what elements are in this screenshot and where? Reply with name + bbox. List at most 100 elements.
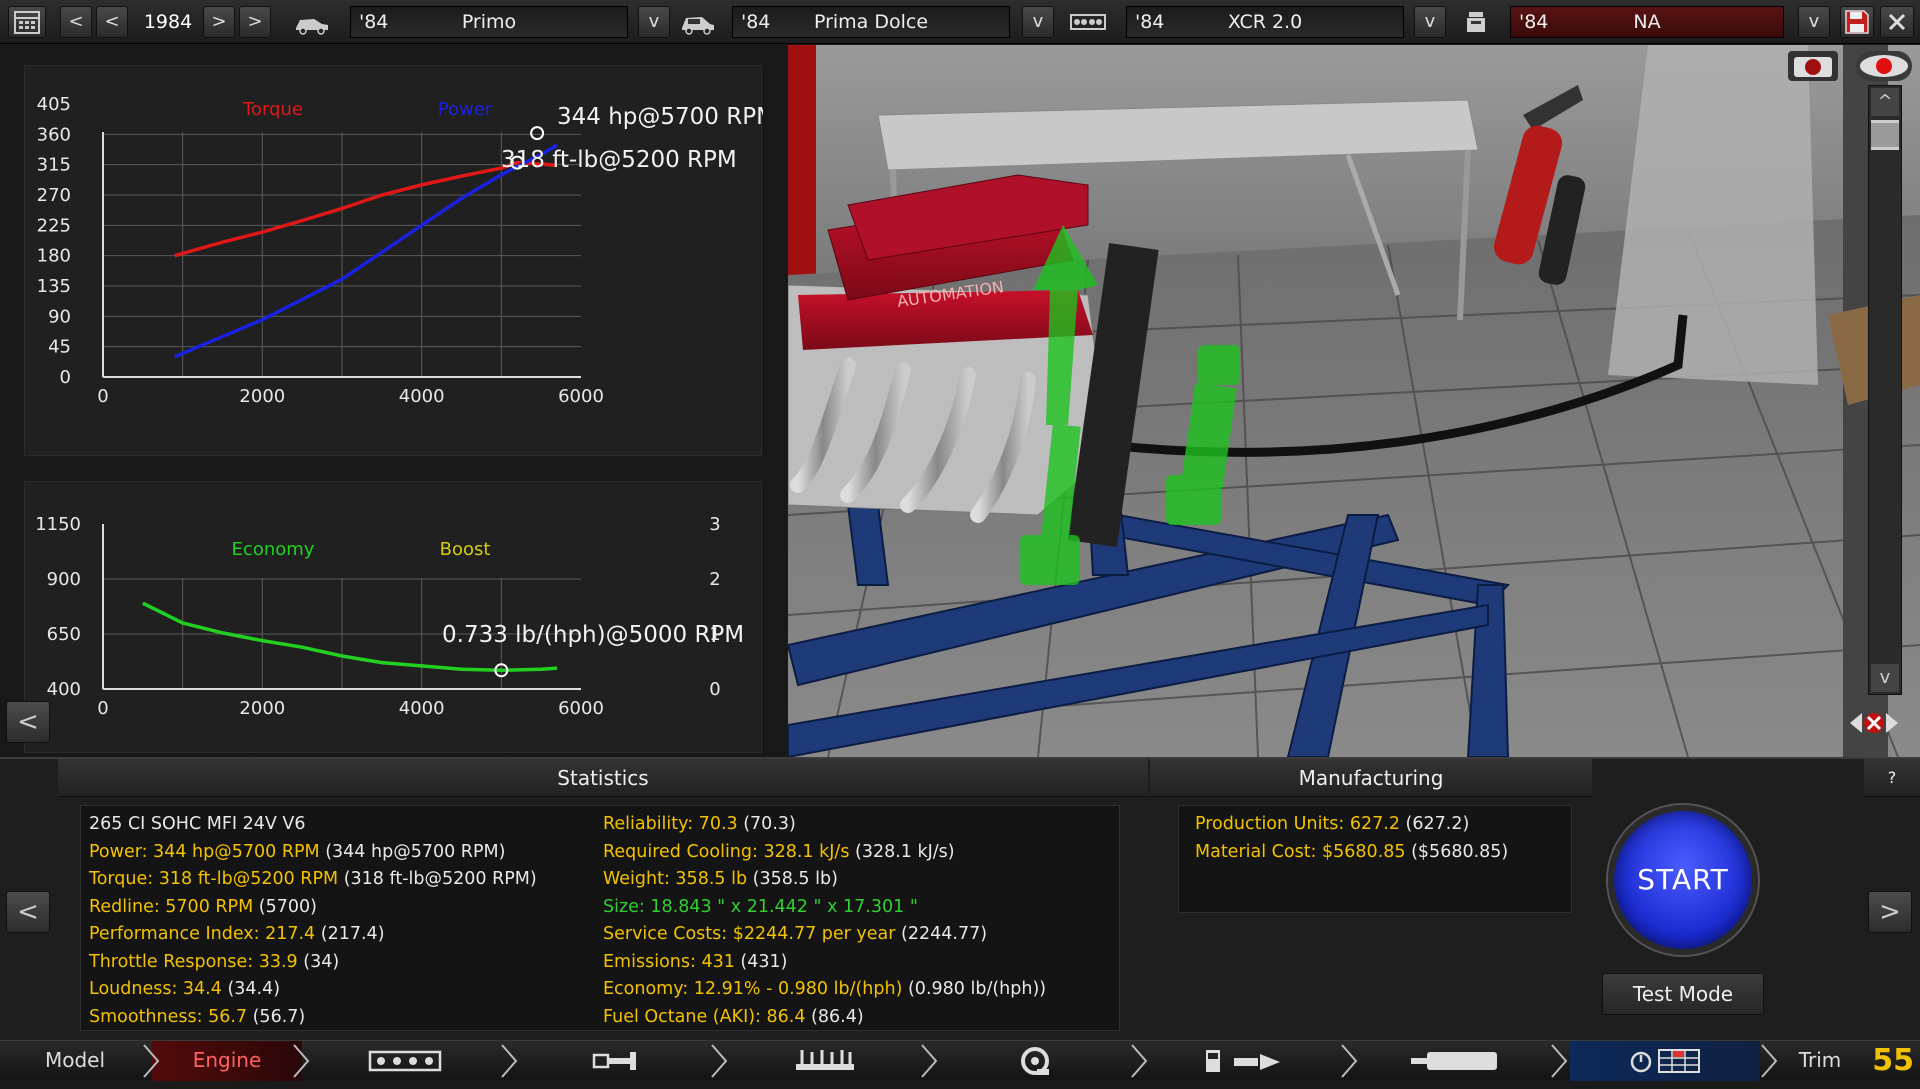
engine-scene: AUTOMATION bbox=[788, 45, 1920, 757]
engine-variant-dropdown-button[interactable]: v bbox=[1798, 6, 1830, 38]
stat-left-row-base-value: (34.4) bbox=[221, 979, 281, 999]
nav-model[interactable]: Model bbox=[0, 1041, 150, 1081]
scroll-down-button[interactable]: v bbox=[1871, 664, 1899, 692]
save-icon bbox=[1845, 10, 1869, 34]
test-mode-button[interactable]: Test Mode bbox=[1602, 973, 1764, 1015]
trim-selector[interactable]: '84 Prima Dolce bbox=[732, 6, 1010, 38]
stat-left-row-value: Smoothness: 56.7 bbox=[89, 1006, 248, 1027]
boost-legend: Boost bbox=[440, 539, 491, 560]
stat-left-row-base-value: (56.7) bbox=[247, 1006, 306, 1027]
stat-left-row: Throttle Response: 33.9 (34) bbox=[89, 952, 339, 972]
stat-left-row-base-value: (217.4) bbox=[315, 924, 385, 944]
eye-icon bbox=[1860, 55, 1908, 77]
statistics-title: Statistics bbox=[58, 759, 1148, 797]
viewport-scrollbar[interactable]: ^ v bbox=[1868, 85, 1902, 695]
torque-legend: Torque bbox=[242, 99, 303, 120]
year-prev-fast-button[interactable]: < bbox=[60, 6, 92, 38]
nav-fuel-system[interactable] bbox=[1150, 1041, 1340, 1081]
power-curve bbox=[174, 143, 558, 359]
calendar-button[interactable] bbox=[8, 6, 46, 38]
manufacturing-row-value: Production Units: 627.2 bbox=[1195, 814, 1400, 834]
stat-left-row-value: Redline: 5700 RPM bbox=[89, 896, 254, 917]
start-button[interactable]: START bbox=[1608, 805, 1758, 955]
y-tick-label: 400 bbox=[47, 679, 81, 700]
year-display: 1984 bbox=[143, 11, 193, 33]
cylinder-head-icon bbox=[796, 1050, 854, 1070]
model-name: Primo bbox=[461, 11, 517, 33]
scroll-thumb[interactable] bbox=[1871, 120, 1899, 150]
nav-top-end[interactable] bbox=[730, 1041, 920, 1081]
close-button[interactable] bbox=[1880, 6, 1914, 38]
stat-right-row-value: Fuel Octane (AKI): 86.4 bbox=[603, 1006, 806, 1027]
nav-engine-test[interactable] bbox=[1570, 1041, 1760, 1081]
nav-chevron bbox=[921, 1044, 938, 1078]
stat-right-row-value: Economy: 12.91% - 0.980 lb/(hph) bbox=[603, 979, 903, 999]
nav-engine-block[interactable] bbox=[310, 1041, 500, 1081]
nav-trim[interactable]: Trim bbox=[1780, 1041, 1860, 1081]
y-tick-label: 405 bbox=[37, 94, 71, 115]
engine-family-name: XCR 2.0 bbox=[1227, 11, 1303, 33]
y2-tick-label: 2 bbox=[709, 569, 720, 590]
top-toolbar: < < 1984 > > '84 Primo v '84 Prima Dolce… bbox=[0, 0, 1920, 44]
manufacturing-panel: Production Units: 627.2 (627.2) Material … bbox=[1178, 805, 1572, 913]
graphs-column: 405 360 315 270 225 180 135 90 45 0 0 2000 4000 6000… bbox=[0, 45, 786, 757]
trim-name: Prima Dolce bbox=[813, 11, 929, 33]
year-prev-button[interactable]: < bbox=[96, 6, 128, 38]
save-button[interactable] bbox=[1840, 6, 1874, 38]
nav-aspiration[interactable] bbox=[940, 1041, 1130, 1081]
y2-tick-label: 0 bbox=[709, 679, 720, 700]
exhaust-icon bbox=[1411, 1052, 1497, 1070]
model-selector[interactable]: '84 Primo bbox=[350, 6, 628, 38]
manufacturing-row-value: Material Cost: $5680.85 bbox=[1195, 841, 1406, 862]
x-tick-label: 0 bbox=[97, 698, 108, 719]
nav-chevron bbox=[711, 1044, 728, 1078]
camera-icon bbox=[1794, 57, 1832, 77]
engine-family-selector[interactable]: '84 XCR 2.0 bbox=[1126, 6, 1404, 38]
engine-variant-selector[interactable]: '84 NA bbox=[1510, 6, 1784, 38]
engine-family-dropdown-button[interactable]: v bbox=[1414, 6, 1446, 38]
manufacturing-row-base-value: (627.2) bbox=[1399, 814, 1470, 834]
stat-left-row: Loudness: 34.4 (34.4) bbox=[89, 979, 280, 999]
help-button[interactable]: ? bbox=[1864, 759, 1920, 797]
year-next-fast-button[interactable]: > bbox=[239, 6, 271, 38]
next-section-button[interactable]: > bbox=[1868, 891, 1912, 933]
engine-variant-icon bbox=[1467, 12, 1485, 32]
stat-right-row-value: Emissions: 431 bbox=[603, 951, 735, 972]
turbo-icon bbox=[1021, 1047, 1049, 1075]
y2-tick-label: 3 bbox=[709, 514, 720, 535]
graphs-collapse-button[interactable]: < bbox=[6, 701, 50, 743]
y-tick-label: 1150 bbox=[35, 514, 81, 535]
nav-bottom-end[interactable] bbox=[520, 1041, 710, 1081]
nav-chevron bbox=[1761, 1044, 1778, 1078]
nav-chevron bbox=[501, 1044, 518, 1078]
y-tick-label: 270 bbox=[37, 185, 71, 206]
economy-boost-chart: 1150900650400 3210 0 2000 4000 6000 Economy… bbox=[35, 514, 744, 719]
y-tick-label: 225 bbox=[37, 215, 71, 236]
engine-3d-viewport[interactable]: AUTOMATION ^ v bbox=[788, 45, 1920, 757]
stat-left-row-value: Torque: 318 ft-lb@5200 RPM bbox=[89, 869, 339, 889]
model-dropdown-button[interactable]: v bbox=[638, 6, 670, 38]
stat-right-row-value: Size: 18.843 " x 21.442 " x 17.301 " bbox=[603, 896, 918, 917]
visibility-toggle[interactable] bbox=[1856, 51, 1912, 81]
power-peak-marker bbox=[530, 126, 545, 141]
scroll-up-button[interactable]: ^ bbox=[1871, 88, 1899, 116]
stat-left-row: Performance Index: 217.4 (217.4) bbox=[89, 924, 385, 944]
stat-right-row-base-value: (86.4) bbox=[805, 1006, 864, 1027]
stat-right-row: Economy: 12.91% - 0.980 lb/(hph) (0.980 … bbox=[603, 979, 1046, 999]
stat-right-row-base-value: (70.3) bbox=[737, 814, 796, 834]
nav-engine[interactable]: Engine bbox=[152, 1041, 302, 1081]
previous-section-button[interactable]: < bbox=[6, 891, 50, 933]
x-tick-label: 2000 bbox=[239, 698, 285, 719]
trim-dropdown-button[interactable]: v bbox=[1022, 6, 1054, 38]
nav-exhaust[interactable] bbox=[1360, 1041, 1550, 1081]
y-tick-label: 90 bbox=[48, 306, 71, 327]
year-next-button[interactable]: > bbox=[203, 6, 235, 38]
reset-view-button[interactable] bbox=[1844, 701, 1904, 745]
stat-right-row-base-value: (0.980 lb/(hph)) bbox=[902, 979, 1047, 999]
stat-left-row: Power: 344 hp@5700 RPM (344 hp@5700 RPM) bbox=[89, 842, 505, 862]
nav-chevron bbox=[1341, 1044, 1358, 1078]
stat-left-row-value: Performance Index: 217.4 bbox=[89, 924, 316, 944]
stat-right-row: Size: 18.843 " x 21.442 " x 17.301 " bbox=[603, 897, 918, 917]
camera-button[interactable] bbox=[1788, 51, 1838, 81]
stat-left-row: 265 CI SOHC MFI 24V V6 bbox=[89, 814, 306, 834]
